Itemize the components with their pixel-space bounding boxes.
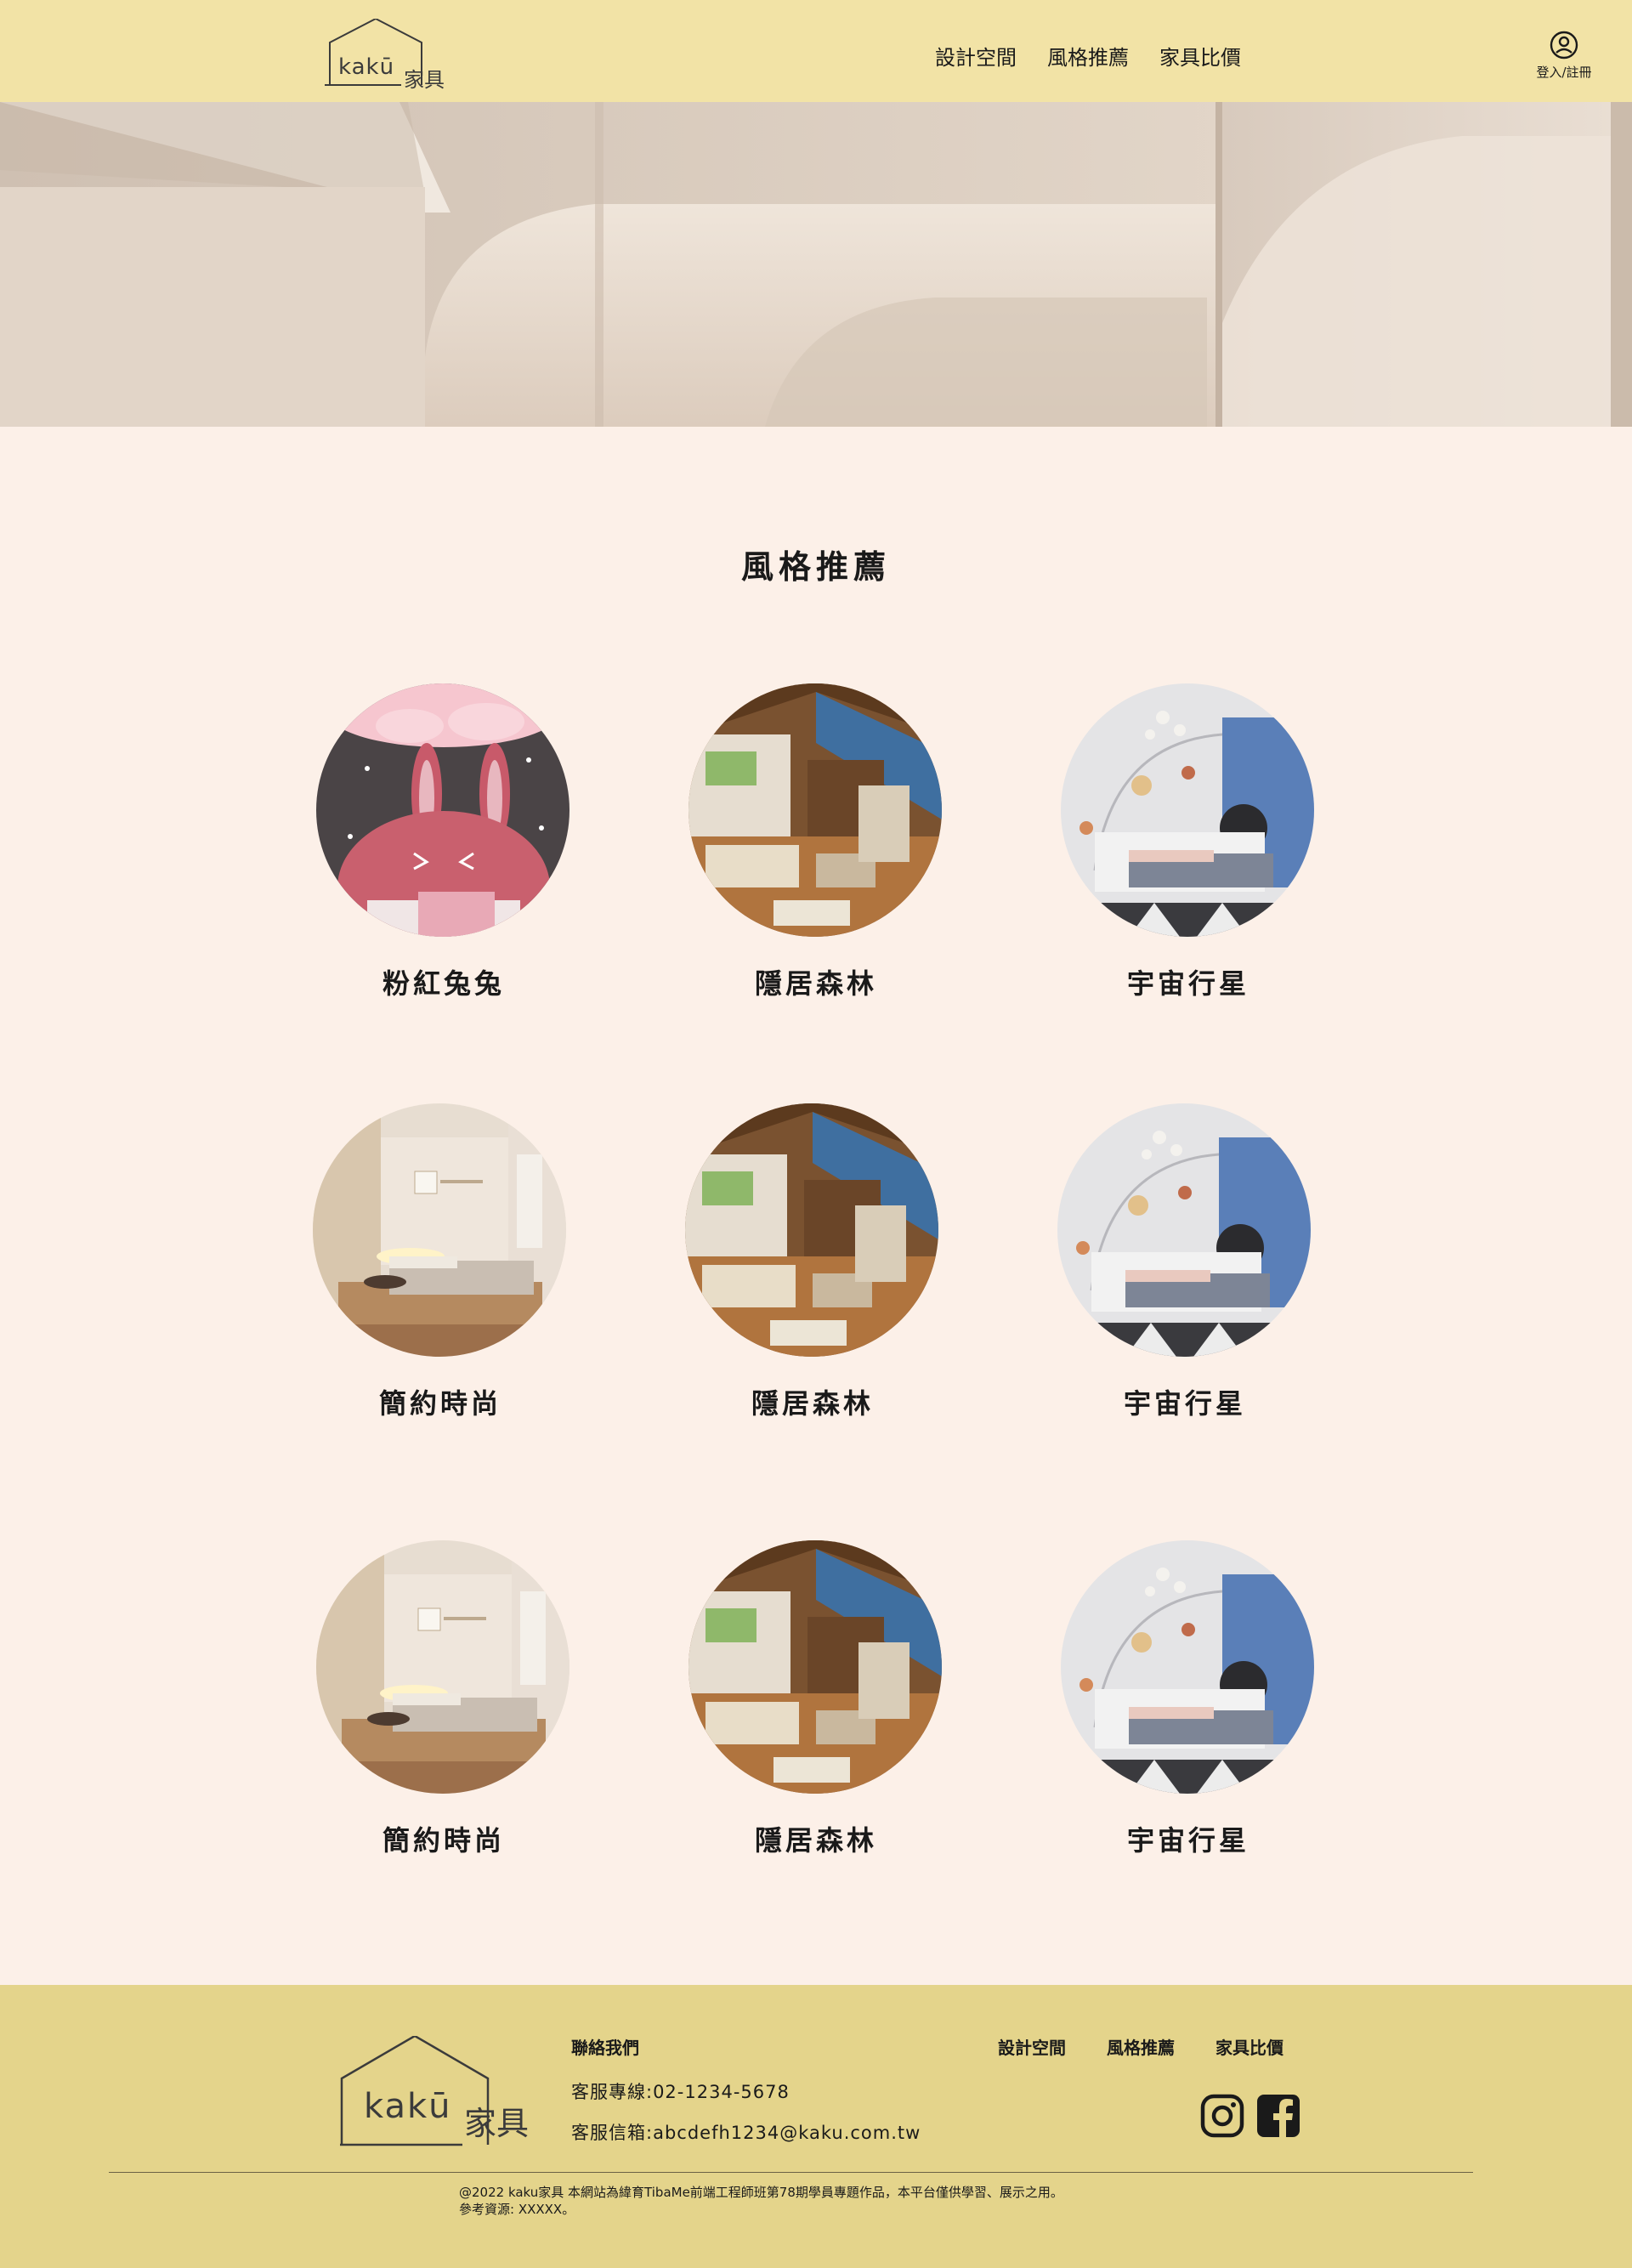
pink-bunny-room-image — [316, 683, 570, 937]
style-card[interactable]: 隱居森林 — [688, 683, 944, 1006]
style-card-label: 宇宙行星 — [1123, 1387, 1246, 1420]
style-card[interactable]: 宇宙行星 — [1061, 1540, 1316, 1863]
footer-logo-subtext: 家具 — [464, 2105, 530, 2142]
style-card[interactable]: 宇宙行星 — [1057, 1103, 1312, 1426]
contact-title: 聯絡我們 — [571, 2038, 639, 2058]
site-logo[interactable]: kakū 家具 — [323, 19, 450, 92]
forest-loft-room-image — [685, 1103, 938, 1357]
style-card-label: 宇宙行星 — [1126, 967, 1250, 1000]
footer-nav-design-space[interactable]: 設計空間 — [998, 2034, 1066, 2059]
footer-logo[interactable]: kakū 家具 — [338, 2036, 534, 2146]
site-footer: kakū 家具 聯絡我們 客服專線:02-1234-5678 客服信箱:abcd… — [0, 1985, 1632, 2268]
forest-loft-room-image — [688, 1540, 942, 1794]
social-links — [1200, 2094, 1300, 2141]
forest-loft-room-image — [688, 683, 942, 937]
style-card-label: 粉紅兔兔 — [382, 967, 505, 1000]
site-header: kakū 家具 設計空間 風格推薦 家具比價 登入/註冊 — [0, 0, 1632, 102]
contact-email[interactable]: 客服信箱:abcdefh1234@kaku.com.tw — [571, 2119, 921, 2145]
style-card-label: 簡約時尚 — [382, 1824, 505, 1857]
user-icon — [1550, 31, 1578, 60]
style-card[interactable]: 簡約時尚 — [313, 1103, 568, 1426]
contact-phone: 客服專線:02-1234-5678 — [571, 2082, 790, 2102]
facebook-icon[interactable] — [1256, 2094, 1300, 2141]
minimal-bedroom-image — [316, 1540, 570, 1794]
hero-banner — [0, 102, 1632, 427]
logo-text: kakū — [338, 54, 395, 80]
nav-style-recommend[interactable]: 風格推薦 — [1047, 41, 1129, 71]
space-planet-room-image — [1061, 1540, 1314, 1794]
login-register-button[interactable]: 登入/註冊 — [1530, 31, 1598, 82]
copyright-line-1: @2022 kaku家具 本網站為緯育TibaMe前端工程師班第78期學員專題作… — [459, 2185, 1063, 2200]
style-card[interactable]: 簡約時尚 — [316, 1540, 571, 1863]
nav-design-space[interactable]: 設計空間 — [935, 41, 1017, 71]
style-card[interactable]: 隱居森林 — [685, 1103, 940, 1426]
footer-nav-style-recommend[interactable]: 風格推薦 — [1107, 2034, 1175, 2059]
instagram-icon[interactable] — [1200, 2094, 1244, 2141]
login-register-label: 登入/註冊 — [1536, 65, 1592, 80]
copyright: @2022 kaku家具 本網站為緯育TibaMe前端工程師班第78期學員專題作… — [459, 2184, 1063, 2218]
footer-divider — [109, 2172, 1473, 2173]
logo-subtext: 家具 — [404, 68, 445, 92]
footer-nav: 設計空間 風格推薦 家具比價 — [998, 2034, 1284, 2059]
footer-nav-price-compare[interactable]: 家具比價 — [1216, 2034, 1284, 2059]
footer-logo-text: kakū — [364, 2087, 452, 2126]
space-planet-room-image — [1061, 683, 1314, 937]
section-title: 風格推薦 — [740, 548, 891, 586]
nav-price-compare[interactable]: 家具比價 — [1159, 41, 1241, 71]
space-planet-room-image — [1057, 1103, 1311, 1357]
style-card[interactable]: 宇宙行星 — [1061, 683, 1316, 1006]
style-card-label: 隱居森林 — [754, 1824, 877, 1857]
style-card-label: 隱居森林 — [754, 967, 877, 1000]
style-card-label: 簡約時尚 — [378, 1387, 502, 1420]
style-card-label: 宇宙行星 — [1126, 1824, 1250, 1857]
style-card[interactable]: 粉紅兔兔 — [316, 683, 571, 1006]
style-card[interactable]: 隱居森林 — [688, 1540, 944, 1863]
copyright-line-2: 參考資源: XXXXX。 — [459, 2202, 575, 2217]
minimal-bedroom-image — [313, 1103, 566, 1357]
main-nav: 設計空間 風格推薦 家具比價 — [935, 41, 1241, 71]
style-card-label: 隱居森林 — [751, 1387, 874, 1420]
hero-arch-image — [0, 102, 1632, 427]
